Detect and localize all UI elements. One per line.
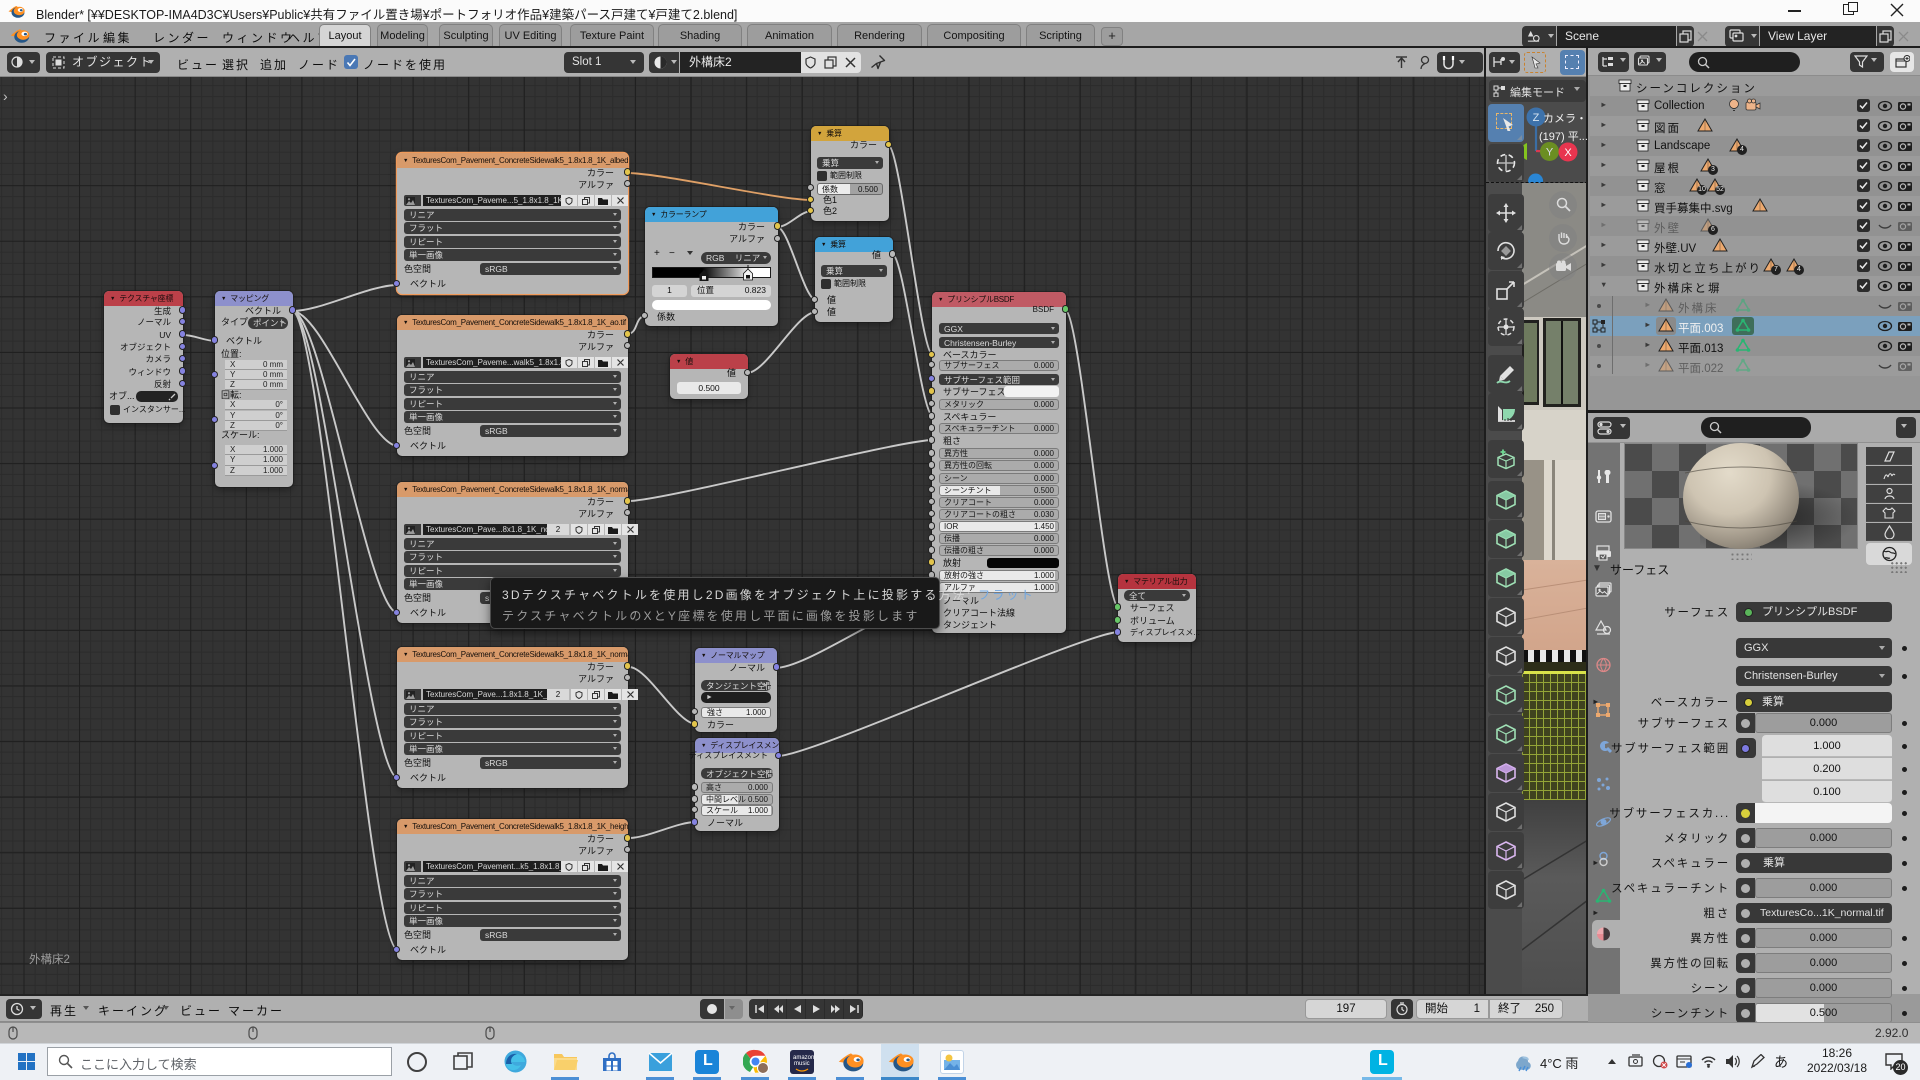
svg-text:Y: Y (1546, 147, 1554, 159)
svg-text:Z: Z (1533, 112, 1540, 124)
svg-text:X: X (1564, 147, 1572, 159)
